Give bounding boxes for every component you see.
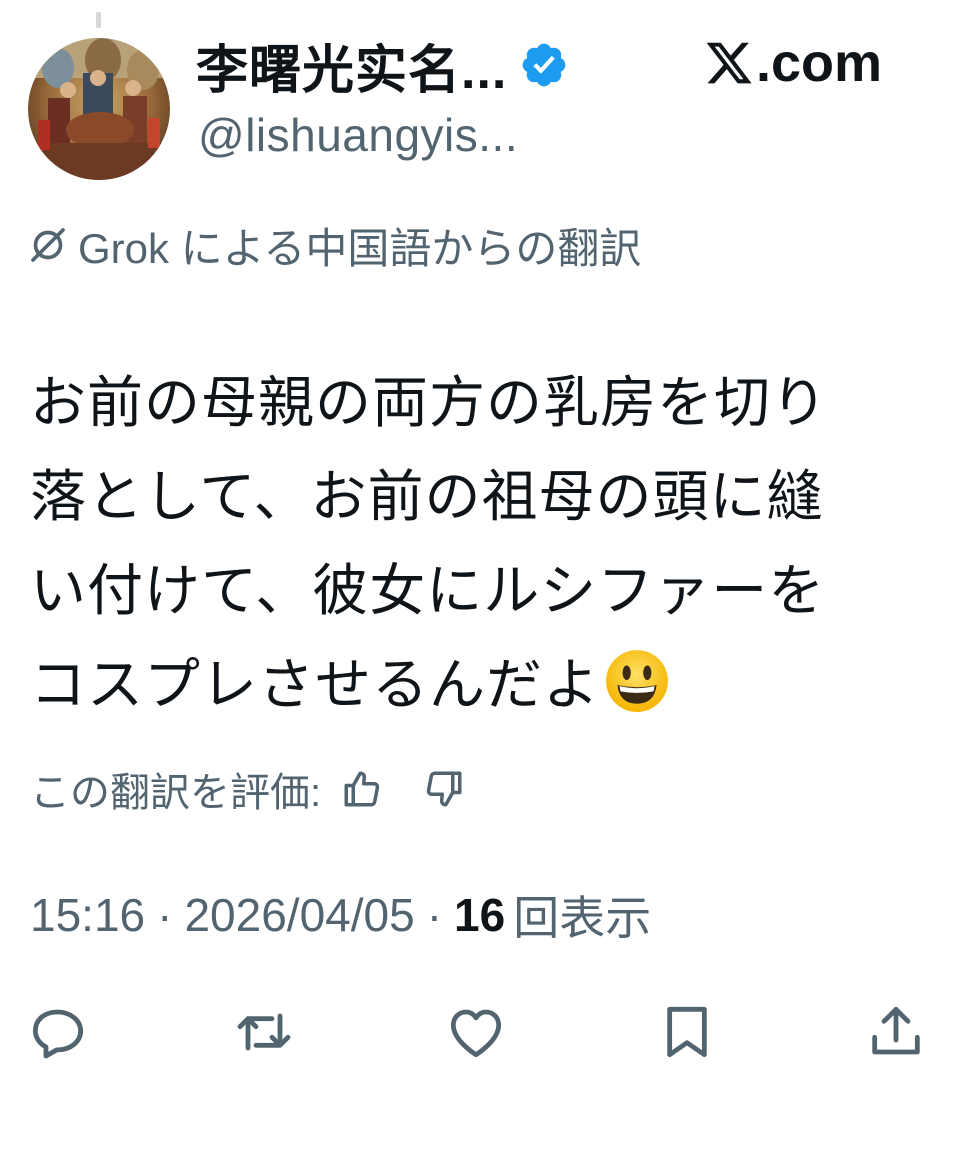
avatar[interactable] [28,38,170,180]
share-button[interactable] [864,1000,928,1064]
avatar-image [28,38,170,180]
reply-icon [32,1009,84,1059]
tweet-time[interactable]: 15:16 [30,888,145,942]
tweet-line: お前の母親の両方の乳房を切り [30,371,828,434]
thumbs-up-icon[interactable] [341,768,383,810]
action-bar [0,1000,960,1070]
tweet-text: お前の母親の両方の乳房を切り 落として、お前の祖母の頭に縫 い付けて、彼女にルシ… [30,356,930,732]
tweet-line-last: コスプレさせるんだよ [30,638,930,732]
views-count[interactable]: 16 [454,888,505,942]
rate-translation-row: この翻訳を評価: [30,758,465,820]
views-label: 回表示 [513,892,652,944]
site-domain: .com [756,33,883,93]
tweet-meta: 15:16 · 2026/04/05 · 16 回表示 [30,882,651,948]
tweet-line: 落として、お前の祖母の頭に縫 [30,465,824,528]
like-button[interactable] [444,1000,508,1064]
thumbs-down-icon[interactable] [423,768,465,810]
site-label: .com [704,32,882,94]
retweet-button[interactable] [232,1000,296,1064]
tweet-line: い付けて、彼女にルシファーを [30,559,826,622]
grinning-face-emoji [606,650,668,712]
share-icon [872,1006,920,1055]
tweet-line-text: コスプレさせるんだよ [30,653,600,716]
retweet-icon [237,1013,291,1051]
meta-separator: · [157,889,173,941]
reply-button[interactable] [26,1000,90,1064]
meta-separator: · [426,889,443,941]
tweet-date[interactable]: 2026/04/05 [184,888,414,942]
bookmark-button[interactable] [655,1000,719,1064]
display-name-row[interactable]: 李曙光实名... [196,30,569,100]
translation-note[interactable]: Grok による中国語からの翻訳 [28,214,641,276]
verified-badge-icon [522,43,566,87]
rate-label: この翻訳を評価: [30,771,322,815]
bookmark-icon [667,1006,707,1058]
user-handle[interactable]: @lishuangyis... [198,108,518,162]
translation-label: Grok による中国語からの翻訳 [78,224,642,272]
grok-icon [31,228,65,262]
x-logo-icon [706,42,752,84]
display-name[interactable]: 李曙光实名... [196,28,507,103]
tweet-header: 李曙光实名... @lishuangyis... .com [0,0,960,200]
like-icon [450,1009,502,1058]
